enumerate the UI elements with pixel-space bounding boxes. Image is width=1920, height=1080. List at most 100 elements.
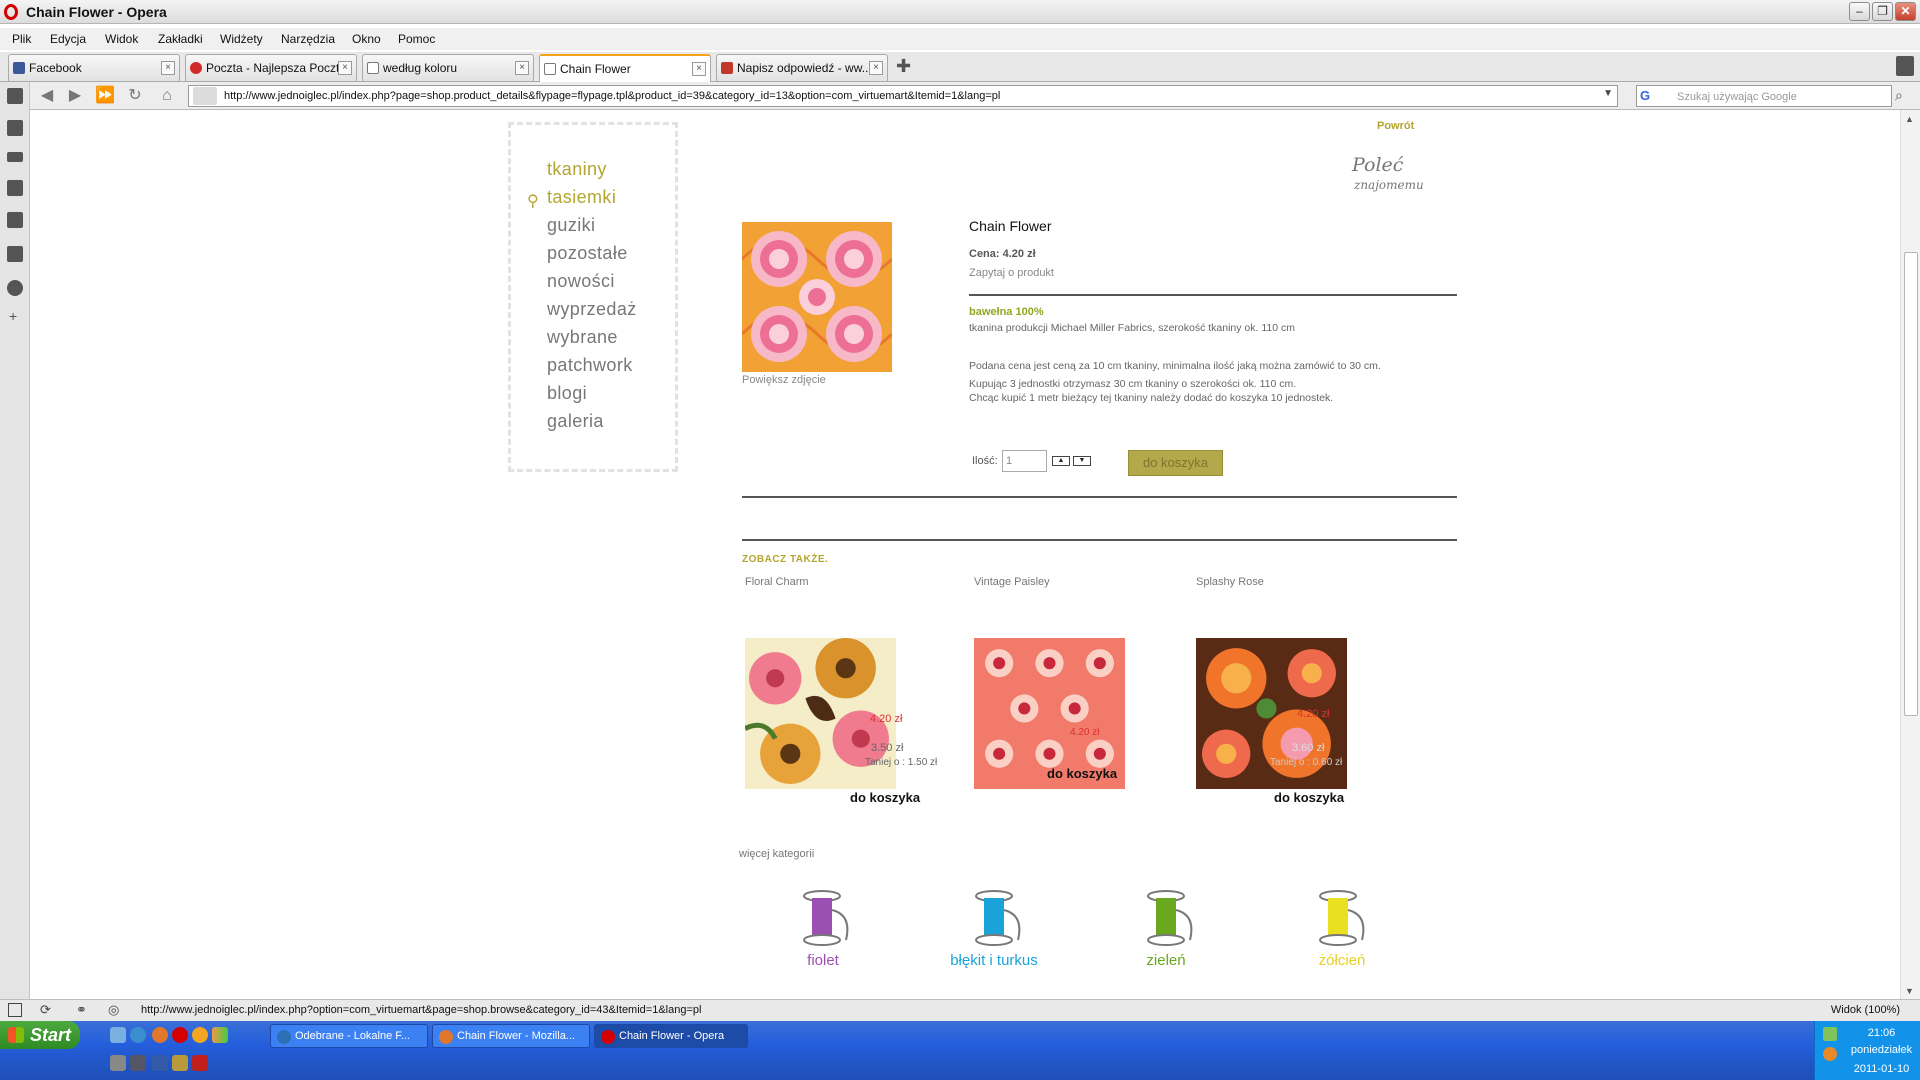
history-panel-icon[interactable] bbox=[7, 280, 23, 296]
taskbar-task-opera[interactable]: Chain Flower - Opera bbox=[594, 1024, 748, 1048]
menu-view[interactable]: Widok bbox=[105, 32, 138, 46]
tab-facebook[interactable]: Facebook × bbox=[8, 54, 180, 81]
clock-time[interactable]: 21:06 bbox=[1829, 1027, 1920, 1039]
taskbar-task-mail[interactable]: Odebrane - Lokalne F... bbox=[270, 1024, 428, 1048]
quantity-input[interactable]: 1 bbox=[1002, 450, 1047, 472]
color-category-zolcien[interactable]: żółcień bbox=[1297, 952, 1387, 969]
color-category-blekit[interactable]: błękit i turkus bbox=[949, 952, 1039, 969]
chevron-down-icon[interactable]: ▼ bbox=[1603, 88, 1613, 99]
start-button[interactable]: Start bbox=[0, 1021, 80, 1049]
quicklaunch-thunderbird-icon[interactable] bbox=[130, 1027, 146, 1043]
quicklaunch-filezilla-icon[interactable] bbox=[192, 1055, 208, 1071]
nav-item-pozostale[interactable]: pozostałe bbox=[547, 243, 628, 264]
related-name[interactable]: Splashy Rose bbox=[1196, 576, 1264, 588]
recommend-sub[interactable]: znajomemu bbox=[1354, 178, 1424, 192]
nav-item-wyprzedaz[interactable]: wyprzedaż bbox=[547, 299, 637, 320]
menu-tools[interactable]: Narzędzia bbox=[281, 32, 335, 46]
scroll-up-icon[interactable]: ▲ bbox=[1905, 114, 1914, 124]
panel-toggle-icon[interactable] bbox=[8, 1003, 22, 1017]
tab-napisz-odpowiedz[interactable]: Napisz odpowiedź - ww... × bbox=[716, 54, 888, 81]
quicklaunch-picasa-icon[interactable] bbox=[212, 1027, 228, 1043]
nav-item-patchwork[interactable]: patchwork bbox=[547, 355, 633, 376]
spool-icon[interactable] bbox=[1144, 890, 1204, 950]
close-tab-icon[interactable]: × bbox=[692, 62, 706, 76]
taskbar-task-firefox[interactable]: Chain Flower - Mozilla... bbox=[432, 1024, 590, 1048]
menu-window[interactable]: Okno bbox=[352, 32, 381, 46]
close-tab-icon[interactable]: × bbox=[515, 61, 529, 75]
downloads-panel-icon[interactable] bbox=[7, 246, 23, 262]
color-category-fiolet[interactable]: fiolet bbox=[778, 952, 868, 969]
add-to-cart-button[interactable]: do koszyka bbox=[1128, 450, 1223, 476]
home-icon[interactable]: ⌂ bbox=[156, 85, 178, 107]
related-name[interactable]: Vintage Paisley bbox=[974, 576, 1050, 588]
quicklaunch-ie-icon[interactable] bbox=[110, 1027, 126, 1043]
contacts-panel-icon[interactable] bbox=[7, 180, 23, 196]
tab-poczta[interactable]: Poczta - Najlepsza Poczt... × bbox=[185, 54, 357, 81]
nav-item-tasiemki[interactable]: tasiemki bbox=[547, 187, 616, 208]
menu-widgets[interactable]: Widżety bbox=[220, 32, 263, 46]
quicklaunch-network-icon[interactable] bbox=[130, 1055, 146, 1071]
reload-icon[interactable]: ↻ bbox=[124, 85, 146, 107]
search-icon[interactable]: ⌕ bbox=[1895, 87, 1903, 104]
color-category-zielen[interactable]: zieleń bbox=[1121, 952, 1211, 969]
quicklaunch-gimp-icon[interactable] bbox=[110, 1055, 126, 1071]
tab-chain-flower[interactable]: Chain Flower × bbox=[539, 54, 711, 82]
nav-item-nowosci[interactable]: nowości bbox=[547, 271, 615, 292]
recommend-link[interactable]: Poleć bbox=[1352, 154, 1403, 176]
fast-forward-icon[interactable]: ⏩ bbox=[94, 85, 116, 107]
scrollbar-thumb[interactable] bbox=[1904, 252, 1918, 716]
address-field[interactable]: http://www.jednoiglec.pl/index.php?page=… bbox=[188, 85, 1618, 107]
quantity-up-icon[interactable]: ▲ bbox=[1052, 456, 1070, 466]
related-add-to-cart[interactable]: do koszyka bbox=[1274, 790, 1344, 805]
forward-icon[interactable]: ▶ bbox=[64, 85, 86, 107]
scroll-down-icon[interactable]: ▼ bbox=[1905, 986, 1914, 996]
add-panel-icon[interactable]: + bbox=[9, 308, 17, 324]
nav-item-guziki[interactable]: guziki bbox=[547, 215, 595, 236]
menu-edit[interactable]: Edycja bbox=[50, 32, 86, 46]
restore-button[interactable]: ❐ bbox=[1872, 2, 1893, 21]
quicklaunch-save-icon[interactable] bbox=[152, 1055, 168, 1071]
menu-file[interactable]: Plik bbox=[12, 32, 31, 46]
related-saving: Taniej o : 1.50 zł bbox=[865, 757, 938, 768]
trash-icon[interactable] bbox=[1896, 56, 1914, 76]
spool-icon[interactable] bbox=[1316, 890, 1376, 950]
quicklaunch-firefox-icon[interactable] bbox=[152, 1027, 168, 1043]
back-icon[interactable]: ◀ bbox=[36, 85, 58, 107]
product-image[interactable] bbox=[742, 222, 892, 372]
spool-icon[interactable] bbox=[800, 890, 860, 950]
related-add-to-cart[interactable]: do koszyka bbox=[850, 790, 920, 805]
nav-item-blogi[interactable]: blogi bbox=[547, 383, 587, 404]
related-name[interactable]: Floral Charm bbox=[745, 576, 809, 588]
new-tab-icon[interactable]: ✚ bbox=[896, 56, 911, 77]
page-scrollbar[interactable]: ▲ ▼ bbox=[1900, 110, 1920, 999]
nav-item-galeria[interactable]: galeria bbox=[547, 411, 604, 432]
widgets-panel-icon[interactable] bbox=[7, 120, 23, 136]
nav-item-wybrane[interactable]: wybrane bbox=[547, 327, 618, 348]
notes-panel-icon[interactable] bbox=[7, 212, 23, 228]
ask-about-product-link[interactable]: Zapytaj o produkt bbox=[969, 267, 1054, 279]
minimize-button[interactable]: – bbox=[1849, 2, 1870, 21]
turbo-icon[interactable]: ◎ bbox=[108, 1002, 119, 1018]
close-tab-icon[interactable]: × bbox=[338, 61, 352, 75]
tab-wedlug-koloru[interactable]: według koloru × bbox=[362, 54, 534, 81]
mail-panel-icon[interactable] bbox=[7, 152, 23, 162]
quicklaunch-app-icon[interactable] bbox=[192, 1027, 208, 1043]
quicklaunch-opera-icon[interactable] bbox=[172, 1027, 188, 1043]
quicklaunch-tool-icon[interactable] bbox=[172, 1055, 188, 1071]
enlarge-image-link[interactable]: Powiększ zdjęcie bbox=[742, 374, 826, 386]
unite-icon[interactable]: ⚭ bbox=[76, 1002, 87, 1018]
search-input[interactable]: G Szukaj używając Google bbox=[1636, 85, 1892, 107]
spool-icon[interactable] bbox=[972, 890, 1032, 950]
close-tab-icon[interactable]: × bbox=[161, 61, 175, 75]
menu-help[interactable]: Pomoc bbox=[398, 32, 435, 46]
close-window-button[interactable]: ✕ bbox=[1895, 2, 1916, 21]
related-add-to-cart[interactable]: do koszyka bbox=[1047, 766, 1117, 781]
zoom-level[interactable]: Widok (100%) bbox=[1831, 1004, 1900, 1016]
quantity-down-icon[interactable]: ▼ bbox=[1073, 456, 1091, 466]
sync-icon[interactable]: ⟳ bbox=[40, 1002, 51, 1018]
menu-bookmarks[interactable]: Zakładki bbox=[158, 32, 203, 46]
nav-item-tkaniny[interactable]: tkaniny bbox=[547, 159, 607, 180]
close-tab-icon[interactable]: × bbox=[869, 61, 883, 75]
back-link[interactable]: Powrót bbox=[1377, 120, 1414, 132]
bookmarks-panel-icon[interactable] bbox=[7, 88, 23, 104]
